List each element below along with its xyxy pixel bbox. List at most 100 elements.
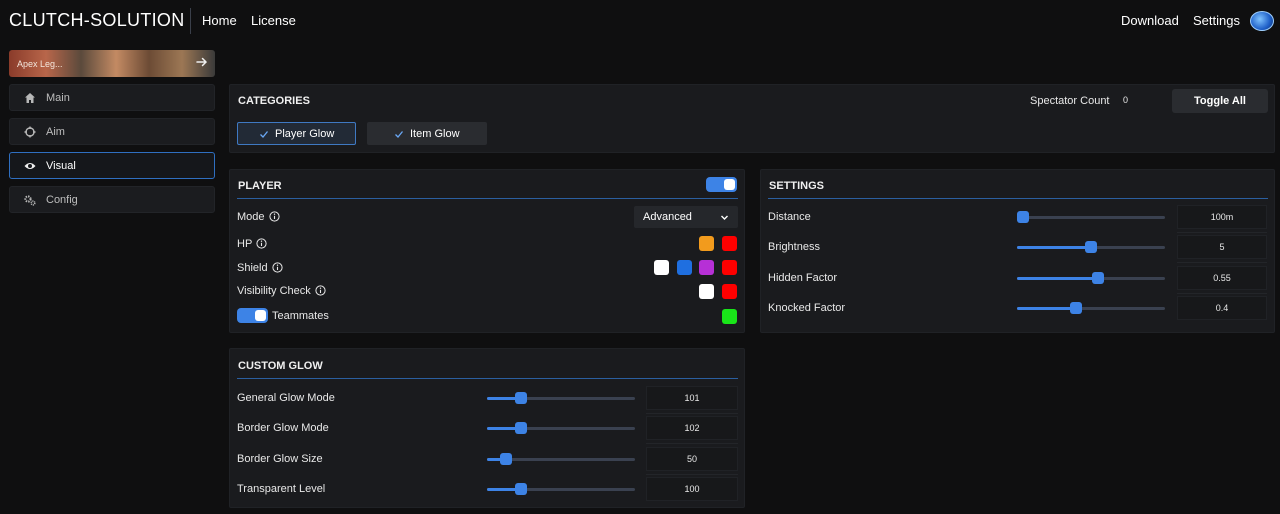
spectator-count-label: Spectator Count xyxy=(1030,95,1110,107)
tab-label: Item Glow xyxy=(410,128,460,140)
tab-label: Player Glow xyxy=(275,128,335,140)
slider-thumb[interactable] xyxy=(515,422,528,435)
sidebar-item-main[interactable]: Main xyxy=(9,84,215,111)
crosshair-icon xyxy=(24,126,36,138)
teammates-toggle[interactable] xyxy=(237,308,268,323)
tab-item-glow[interactable]: Item Glow xyxy=(367,122,487,145)
toggle-knob xyxy=(255,310,266,321)
shield-row: Shield xyxy=(237,262,283,274)
slider-track[interactable] xyxy=(487,452,635,465)
slider-thumb[interactable] xyxy=(1016,211,1029,223)
game-card-label: Apex Leg... xyxy=(17,59,63,69)
row-divider xyxy=(646,473,738,475)
row-divider xyxy=(1177,262,1267,264)
slider-label: Border Glow Mode xyxy=(237,422,329,435)
slider-label: Transparent Level xyxy=(237,482,326,495)
slider-label: Brightness xyxy=(768,241,820,254)
slider-value[interactable]: 102 xyxy=(646,416,738,441)
slider-thumb[interactable] xyxy=(500,452,513,465)
hp-label: HP xyxy=(237,238,253,250)
slider-track[interactable] xyxy=(487,422,635,435)
nav-settings-link[interactable]: Settings xyxy=(1193,13,1240,28)
visibility-row: Visibility Check xyxy=(237,285,326,297)
brand-divider xyxy=(190,8,191,34)
slider-value[interactable]: 100m xyxy=(1177,205,1267,229)
toggle-knob xyxy=(724,179,735,190)
player-title: PLAYER xyxy=(238,180,282,192)
row-divider xyxy=(1177,292,1267,294)
panel-divider xyxy=(237,378,738,379)
toggle-all-button[interactable]: Toggle All xyxy=(1172,89,1268,113)
shield-color-swatch-3[interactable] xyxy=(699,260,714,275)
slider-label: General Glow Mode xyxy=(237,392,335,404)
mode-dropdown[interactable]: Advanced xyxy=(634,206,738,228)
player-panel: PLAYER xyxy=(229,169,745,333)
sidebar-item-visual[interactable]: Visual xyxy=(9,152,215,179)
settings-title: SETTINGS xyxy=(769,180,825,192)
slider-label: Distance xyxy=(768,211,811,223)
slider-label: Hidden Factor xyxy=(768,271,838,284)
gears-icon xyxy=(24,195,36,206)
slider-track[interactable] xyxy=(487,482,635,495)
shield-color-swatch-1[interactable] xyxy=(654,260,669,275)
spectator-count-value: 0 xyxy=(1123,95,1129,105)
slider-thumb[interactable] xyxy=(1092,271,1105,284)
check-icon xyxy=(260,131,269,138)
mode-label: Mode xyxy=(237,211,265,223)
sidebar-item-label: Config xyxy=(46,194,78,206)
slider-value[interactable]: 0.55 xyxy=(1177,265,1267,290)
slider-value[interactable]: 5 xyxy=(1177,235,1267,260)
shield-label: Shield xyxy=(237,262,268,274)
brand-title: CLUTCH-SOLUTION xyxy=(9,10,185,30)
visibility-color-swatch-1[interactable] xyxy=(699,284,714,299)
globe-badge-icon[interactable] xyxy=(1250,11,1274,31)
eye-icon xyxy=(24,163,36,169)
slider-thumb[interactable] xyxy=(515,392,528,404)
info-icon[interactable] xyxy=(271,262,283,273)
info-icon[interactable] xyxy=(268,211,280,222)
slider-thumb[interactable] xyxy=(1085,241,1097,254)
teammates-label: Teammates xyxy=(272,310,329,322)
teammates-color-swatch[interactable] xyxy=(722,309,737,324)
slider-thumb[interactable] xyxy=(515,482,528,495)
shield-color-swatch-2[interactable] xyxy=(677,260,692,275)
slider-track[interactable] xyxy=(1017,241,1165,254)
slider-label: Knocked Factor xyxy=(768,301,846,314)
custom-glow-title: CUSTOM GLOW xyxy=(238,360,323,372)
player-enable-toggle[interactable] xyxy=(706,177,737,192)
hp-color-swatch-2[interactable] xyxy=(722,236,737,251)
mode-row: Mode xyxy=(237,211,280,223)
nav-download-link[interactable]: Download xyxy=(1121,13,1179,28)
slider-value[interactable]: 50 xyxy=(646,446,738,471)
mode-dropdown-value: Advanced xyxy=(643,211,692,223)
slider-track[interactable] xyxy=(487,392,635,404)
sidebar-item-label: Main xyxy=(46,92,70,104)
row-divider xyxy=(1177,232,1267,233)
panel-divider xyxy=(237,198,738,199)
tab-player-glow[interactable]: Player Glow xyxy=(237,122,356,145)
visibility-color-swatch-2[interactable] xyxy=(722,284,737,299)
sidebar-item-config[interactable]: Config xyxy=(9,186,215,213)
game-selector-card[interactable]: Apex Leg... xyxy=(9,50,215,77)
sidebar-item-aim[interactable]: Aim xyxy=(9,118,215,145)
row-divider xyxy=(646,443,738,445)
slider-value[interactable]: 100 xyxy=(646,476,738,501)
chevron-down-icon xyxy=(721,215,728,220)
slider-track[interactable] xyxy=(1017,301,1165,314)
sidebar-item-label: Aim xyxy=(46,126,65,138)
slider-value[interactable]: 101 xyxy=(646,386,738,410)
info-icon[interactable] xyxy=(315,285,326,296)
info-icon[interactable] xyxy=(256,238,267,249)
nav-license-link[interactable]: License xyxy=(251,13,296,28)
hp-row: HP xyxy=(237,238,267,250)
visibility-label: Visibility Check xyxy=(237,285,311,297)
home-icon xyxy=(25,93,35,103)
nav-home-link[interactable]: Home xyxy=(202,13,237,28)
hp-color-swatch-1[interactable] xyxy=(699,236,714,251)
shield-color-swatch-4[interactable] xyxy=(722,260,737,275)
slider-thumb[interactable] xyxy=(1070,301,1083,314)
slider-value[interactable]: 0.4 xyxy=(1177,295,1267,320)
row-divider xyxy=(646,413,738,414)
slider-track[interactable] xyxy=(1017,271,1165,284)
slider-track[interactable] xyxy=(1016,211,1165,223)
